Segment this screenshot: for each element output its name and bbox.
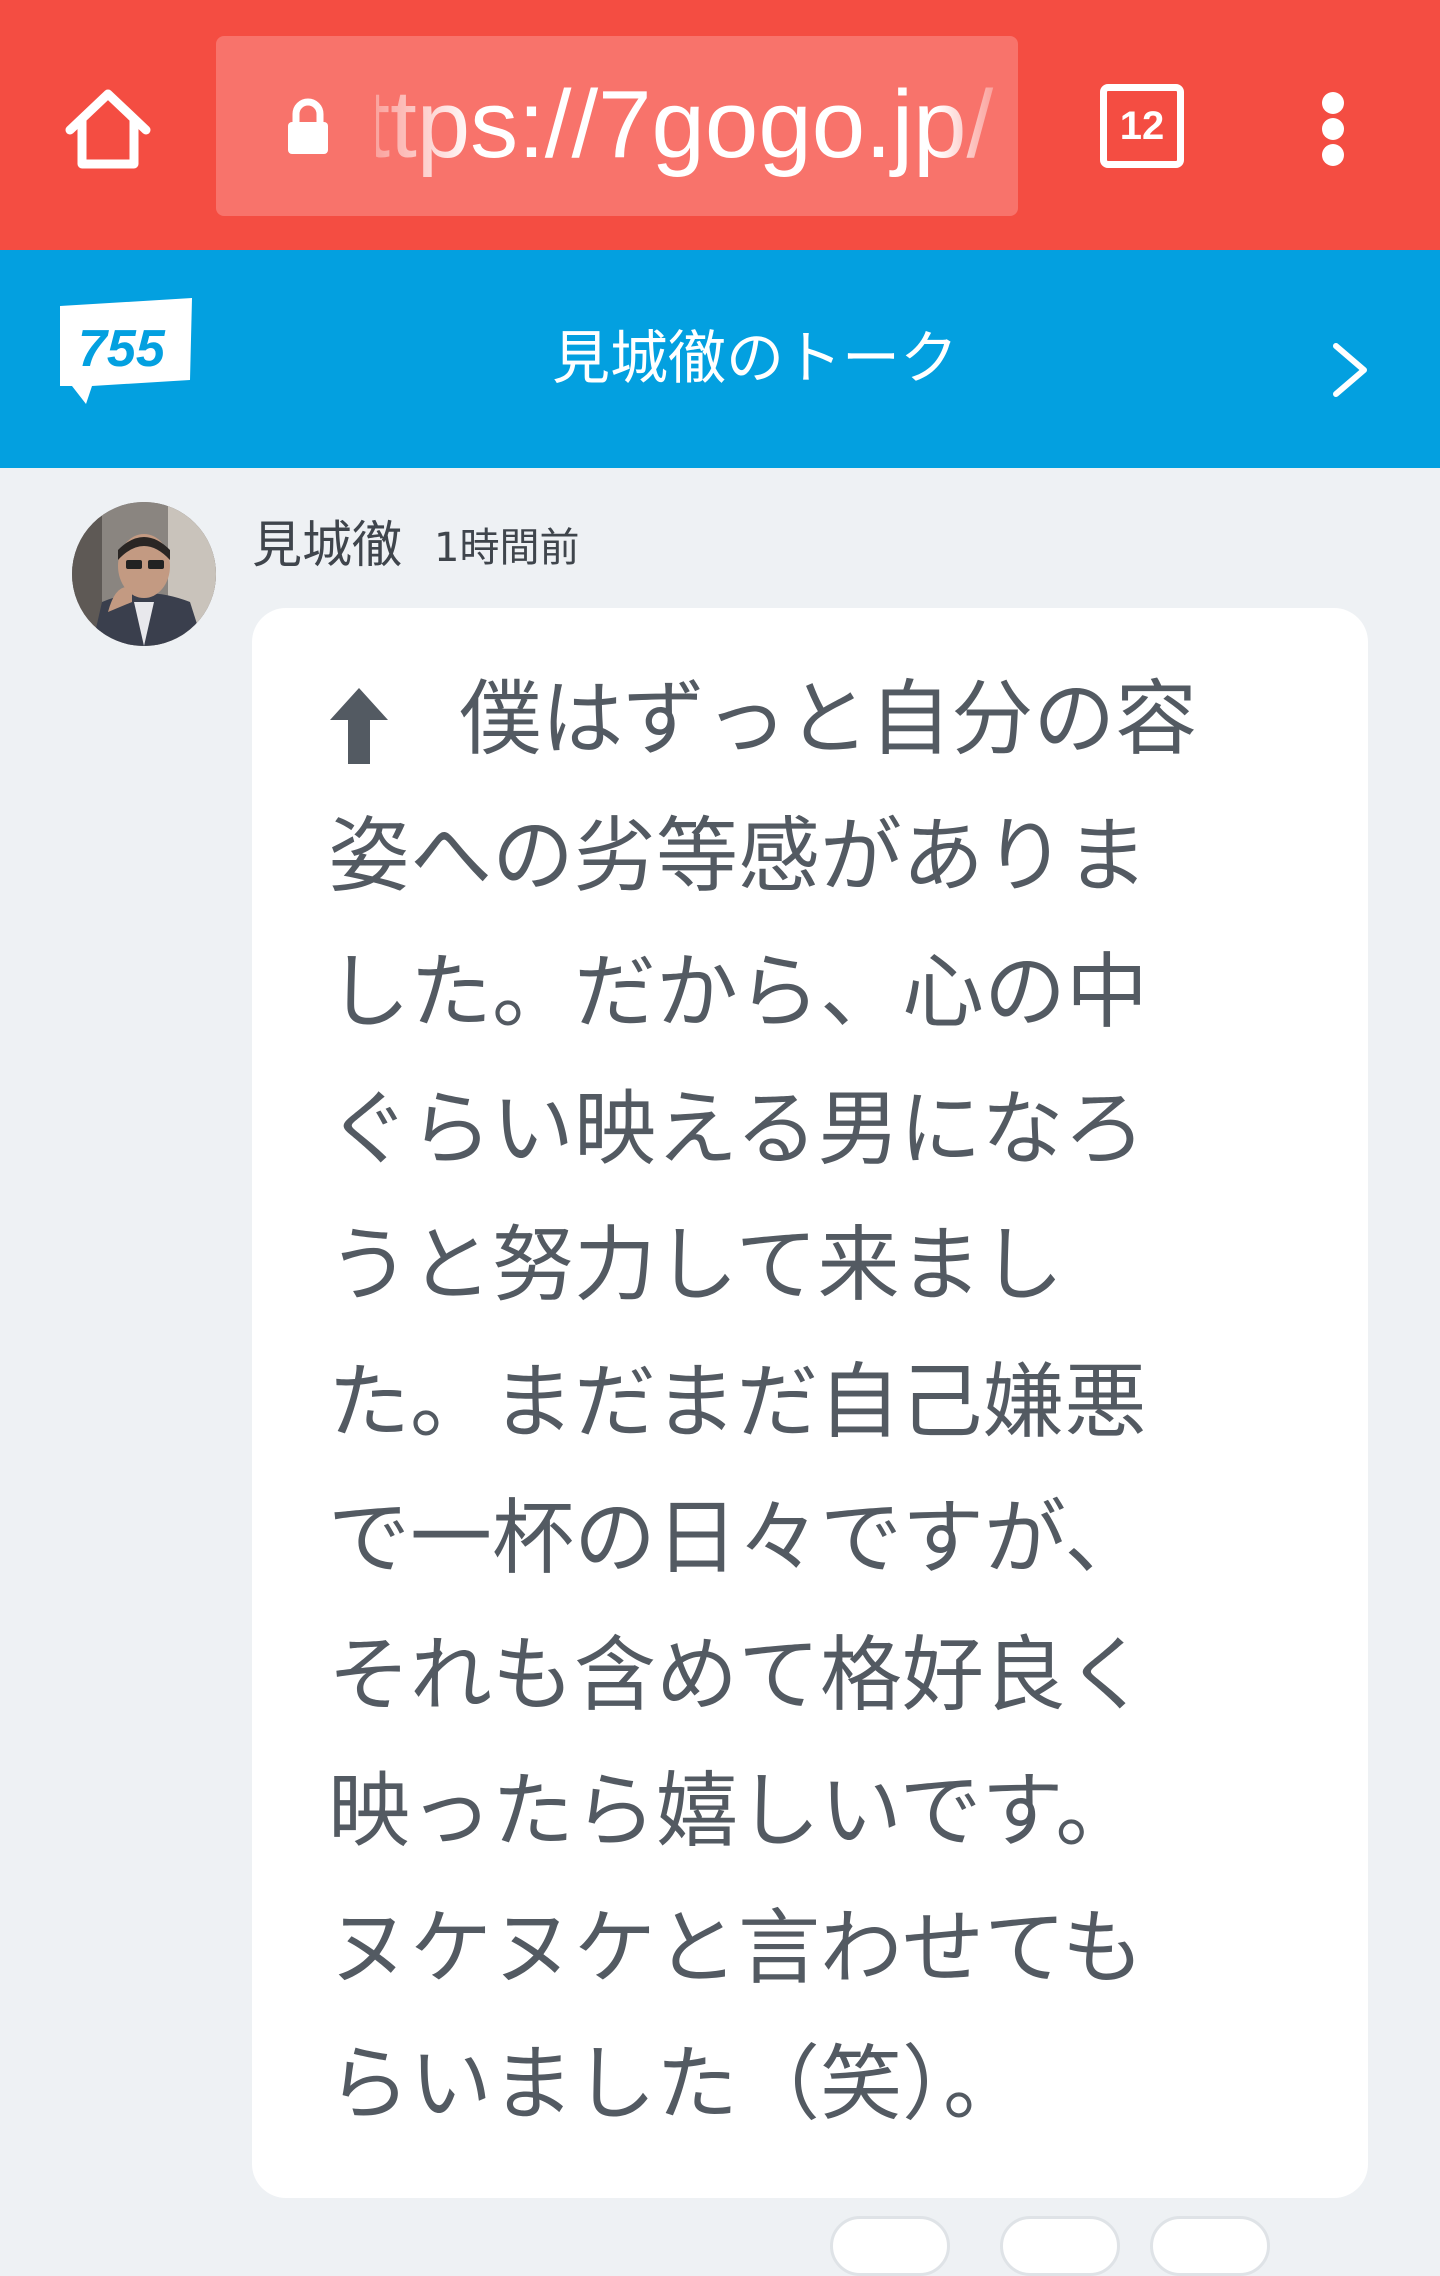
author-name[interactable]: 見城徹 bbox=[252, 510, 402, 580]
browser-toolbar: https://7gogo.jp/c 12 bbox=[0, 0, 1440, 250]
home-icon[interactable] bbox=[58, 80, 158, 180]
more-vertical-icon[interactable] bbox=[1306, 84, 1362, 174]
reaction-pill[interactable] bbox=[1000, 2216, 1120, 2276]
message-text: 僕はずっと自分の容 姿への劣等感がありま した。だから、心の中 ぐらい映える男に… bbox=[328, 658, 1248, 2160]
site-header: 755 見城徹のトーク bbox=[0, 250, 1440, 468]
tab-switcher-button[interactable]: 12 bbox=[1100, 84, 1184, 168]
url-text[interactable]: https://7gogo.jp/c bbox=[376, 70, 996, 180]
message-line: ヌケヌケと言わせても bbox=[328, 1907, 1144, 2001]
reaction-pill[interactable] bbox=[830, 2216, 950, 2276]
message-line: 姿への劣等感がありま bbox=[328, 815, 1149, 909]
message-bubble: 僕はずっと自分の容 姿への劣等感がありま した。だから、心の中 ぐらい映える男に… bbox=[252, 608, 1368, 2198]
message-line: らいました（笑）。 bbox=[328, 2044, 1026, 2137]
message-line: 僕はずっと自分の容 bbox=[328, 679, 1198, 772]
page-title: 見城徹のトーク bbox=[551, 324, 958, 392]
avatar[interactable] bbox=[72, 502, 216, 646]
lock-icon bbox=[276, 94, 340, 158]
message-line: 映ったら嬉しいです。 bbox=[328, 1771, 1138, 1864]
message-line: それも含めて格好良く bbox=[328, 1634, 1149, 1728]
message-line: した。だから、心の中 bbox=[328, 952, 1149, 1045]
reaction-pill[interactable] bbox=[1150, 2216, 1270, 2276]
message-line: で一杯の日々ですが、 bbox=[328, 1498, 1147, 1591]
message-line: ぐらい映える男になろ bbox=[328, 1088, 1146, 1182]
chevron-right-icon[interactable] bbox=[1320, 330, 1380, 410]
reaction-bar bbox=[0, 2210, 1440, 2276]
post-timestamp: 1時間前 bbox=[434, 525, 580, 571]
address-bar[interactable]: https://7gogo.jp/c bbox=[216, 36, 1018, 216]
message-line: た。まだまだ自己嫌悪 bbox=[328, 1361, 1147, 1455]
message-line: うと努力して来まし bbox=[328, 1225, 1064, 1318]
